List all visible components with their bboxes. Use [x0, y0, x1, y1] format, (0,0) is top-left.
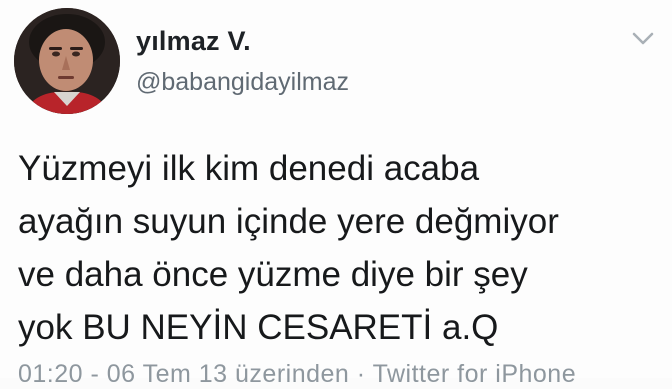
tweet-text-line: ayağın suyun içinde yere değmiyor [18, 202, 559, 241]
author-display-name[interactable]: yılmaz V. [136, 26, 251, 57]
tweet-text-line: ve daha önce yüzme diye bir şey [18, 255, 528, 294]
tweet-text-line: Yüzmeyi ilk kim denedi acaba [18, 149, 480, 188]
tweet-text: Yüzmeyi ilk kim denedi acaba ayağın suyu… [18, 142, 658, 354]
avatar-photo-icon [14, 8, 120, 114]
tweet-card: yılmaz V. @babangidayilmaz Yüzmeyi ilk k… [0, 0, 672, 388]
tweet-text-line: yok BU NEYİN CESARETİ a.Q [18, 308, 499, 347]
author-avatar[interactable] [14, 8, 120, 114]
author-handle[interactable]: @babangidayilmaz [136, 68, 349, 97]
chevron-down-icon[interactable] [630, 28, 656, 48]
tweet-timestamp[interactable]: 01:20 - 06 Tem 13 üzerinden · Twitter fo… [18, 360, 576, 389]
